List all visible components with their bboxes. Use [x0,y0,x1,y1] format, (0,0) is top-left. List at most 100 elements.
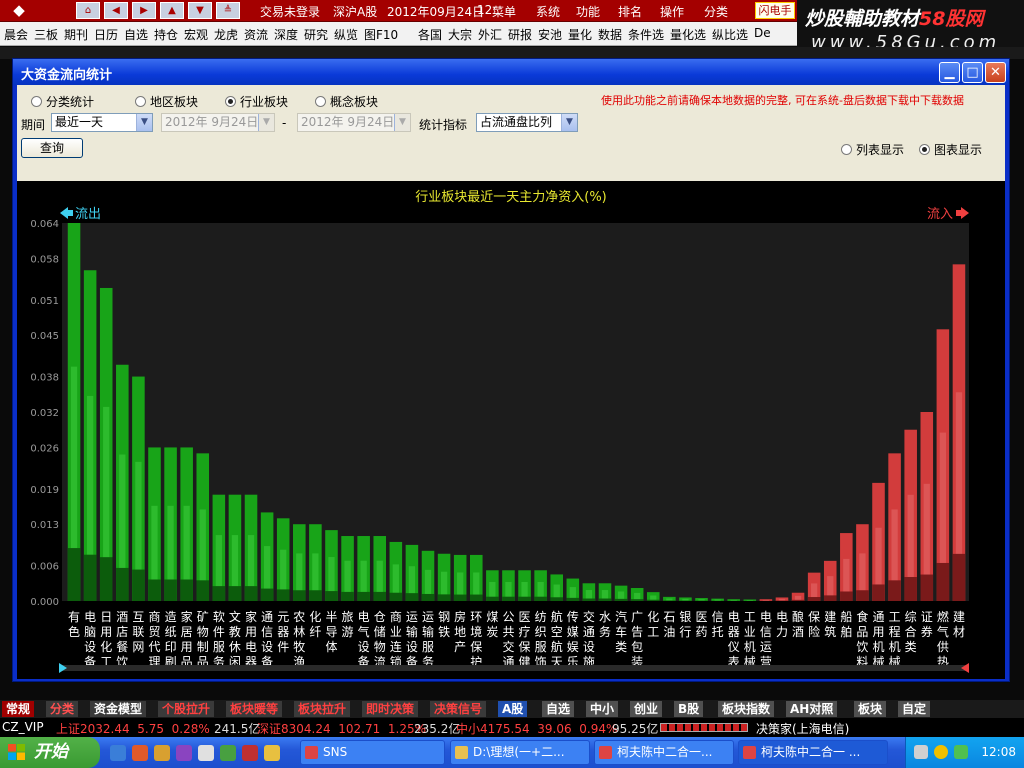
bar-base [856,590,869,601]
menu-item[interactable]: 量化 [568,26,592,43]
query-button[interactable]: 查询 [21,138,83,158]
metric-select[interactable]: 占流通盘比列 ▼ [476,113,578,132]
bottom-tab[interactable]: AH对照 [786,701,838,717]
bottom-tab[interactable]: 中小 [586,701,619,717]
status-zx-index[interactable]: 中小4175.54 39.06 0.94% [456,720,617,737]
bottom-tab[interactable]: 板块暖等 [226,701,283,717]
bottom-tab[interactable]: A股 [498,701,528,717]
status-sh-index[interactable]: 上证2032.44 5.75 0.28% [56,720,210,737]
page-up-icon[interactable]: ▲ [160,2,184,19]
quicklaunch-stock-icon[interactable] [242,745,258,761]
menu-item[interactable]: 晨会 [4,26,28,43]
chart-scrollbar-track[interactable] [62,665,969,671]
menu-item[interactable]: 三板 [34,26,58,43]
bottom-tab[interactable]: B股 [674,701,704,717]
bottom-tab[interactable]: 创业 [630,701,663,717]
dialog-titlebar[interactable]: 大资金流向统计 ▁ □ ✕ [13,59,1009,85]
radio-region-sector[interactable]: 地区板块 [135,93,198,110]
bottom-tab[interactable]: 板块 [854,701,887,717]
menu-system[interactable]: 系统 [536,3,560,20]
bottom-tab[interactable]: 即时决策 [362,701,419,717]
task-app-2[interactable]: 柯夫陈中二合一 ... [738,740,888,765]
bottom-tab[interactable]: 资金模型 [90,701,147,717]
bottom-tab[interactable]: 自定 [898,701,931,717]
radio-list-view[interactable]: 列表显示 [841,141,904,158]
menu-item[interactable]: 安池 [538,26,562,43]
login-status[interactable]: 交易未登录 [260,3,320,20]
menu-item[interactable]: 自选 [124,26,148,43]
bottom-tab[interactable]: 常规 [2,701,35,717]
menu-item[interactable]: 纵比选 [712,26,748,43]
page-down-icon[interactable]: ▼ [188,2,212,19]
menu-item[interactable]: 日历 [94,26,118,43]
task-app-1[interactable]: 柯夫陈中二合一... [594,740,734,765]
chevron-down-icon[interactable]: ▼ [136,114,152,131]
chevron-down-icon[interactable]: ▼ [561,114,577,131]
quicklaunch-tool-icon[interactable] [220,745,236,761]
bar-base [486,596,499,601]
category-label: 保 [519,640,531,654]
radio-category-stats[interactable]: 分类统计 [31,93,94,110]
task-sns[interactable]: SNS [300,740,445,765]
bottom-tab[interactable]: 自选 [542,701,575,717]
status-sz-index[interactable]: 深证8304.24 102.71 1.25% [257,720,426,737]
quicklaunch-folder-icon[interactable] [154,745,170,761]
quicklaunch-app-icon[interactable] [132,745,148,761]
network-icon[interactable] [914,745,928,759]
radio-industry-sector[interactable]: 行业板块 [225,93,288,110]
ie-icon[interactable] [110,745,126,761]
period-select[interactable]: 最近一天 ▼ [51,113,153,132]
bottom-tab[interactable]: 决策信号 [430,701,487,717]
quicklaunch-extra-icon[interactable] [264,745,280,761]
menu-item[interactable]: 图F10 [364,26,398,43]
minimize-icon[interactable]: ▁ [939,62,960,83]
menu-item[interactable]: 大宗 [448,26,472,43]
menu-item[interactable]: 研究 [304,26,328,43]
scroll-right-icon[interactable] [961,663,969,673]
menu-item[interactable]: 纵览 [334,26,358,43]
radio-chart-view[interactable]: 图表显示 [919,141,982,158]
menu-item[interactable]: 各国 [418,26,442,43]
home-icon[interactable]: ⌂ [76,2,100,19]
menu-item[interactable]: 量化选 [670,26,706,43]
menu-label[interactable]: 菜单 [492,3,516,20]
menu-item[interactable]: 数据 [598,26,622,43]
security-icon[interactable] [934,745,948,759]
close-icon[interactable]: ✕ [985,62,1006,83]
scroll-left-icon[interactable] [59,663,67,673]
back-arrow-icon[interactable]: ◀ [104,2,128,19]
task-folder[interactable]: D:\理想(一+二... [450,740,590,765]
maximize-arrow-icon[interactable]: ≜ [216,2,240,19]
radio-dot-icon [919,144,930,155]
menu-ranking[interactable]: 排名 [618,3,642,20]
menu-item[interactable]: 期刊 [64,26,88,43]
menu-function[interactable]: 功能 [576,3,600,20]
quicklaunch-doc-icon[interactable] [198,745,214,761]
quicklaunch-media-icon[interactable] [176,745,192,761]
menu-item[interactable]: 研报 [508,26,532,43]
radio-concept-sector[interactable]: 概念板块 [315,93,378,110]
bottom-tab[interactable]: 个股拉升 [158,701,215,717]
bottom-tab[interactable]: 板块指数 [718,701,775,717]
menu-category[interactable]: 分类 [704,3,728,20]
menu-operation[interactable]: 操作 [660,3,684,20]
menu-item[interactable]: 宏观 [184,26,208,43]
server-name[interactable]: 决策家(上海电信) [756,720,849,737]
menu-item[interactable]: 龙虎 [214,26,238,43]
menu-item[interactable]: 持仓 [154,26,178,43]
menu-item[interactable]: De [754,26,771,40]
category-label: 保 [808,610,820,624]
bottom-tab[interactable]: 板块拉升 [294,701,351,717]
flash-trade-button[interactable]: 闪电手 [755,2,795,19]
menu-item[interactable]: 外汇 [478,26,502,43]
forward-arrow-icon[interactable]: ▶ [132,2,156,19]
menu-item[interactable]: 深度 [274,26,298,43]
menu-item[interactable]: 条件选 [628,26,664,43]
volume-icon[interactable] [954,745,968,759]
diamond-logo-icon[interactable]: ◆ [6,2,32,19]
bottom-tab[interactable]: 分类 [46,701,79,717]
category-label: 业 [744,625,756,639]
start-button[interactable]: 开始 [0,737,100,768]
menu-item[interactable]: 资流 [244,26,268,43]
maximize-icon[interactable]: □ [962,62,983,83]
